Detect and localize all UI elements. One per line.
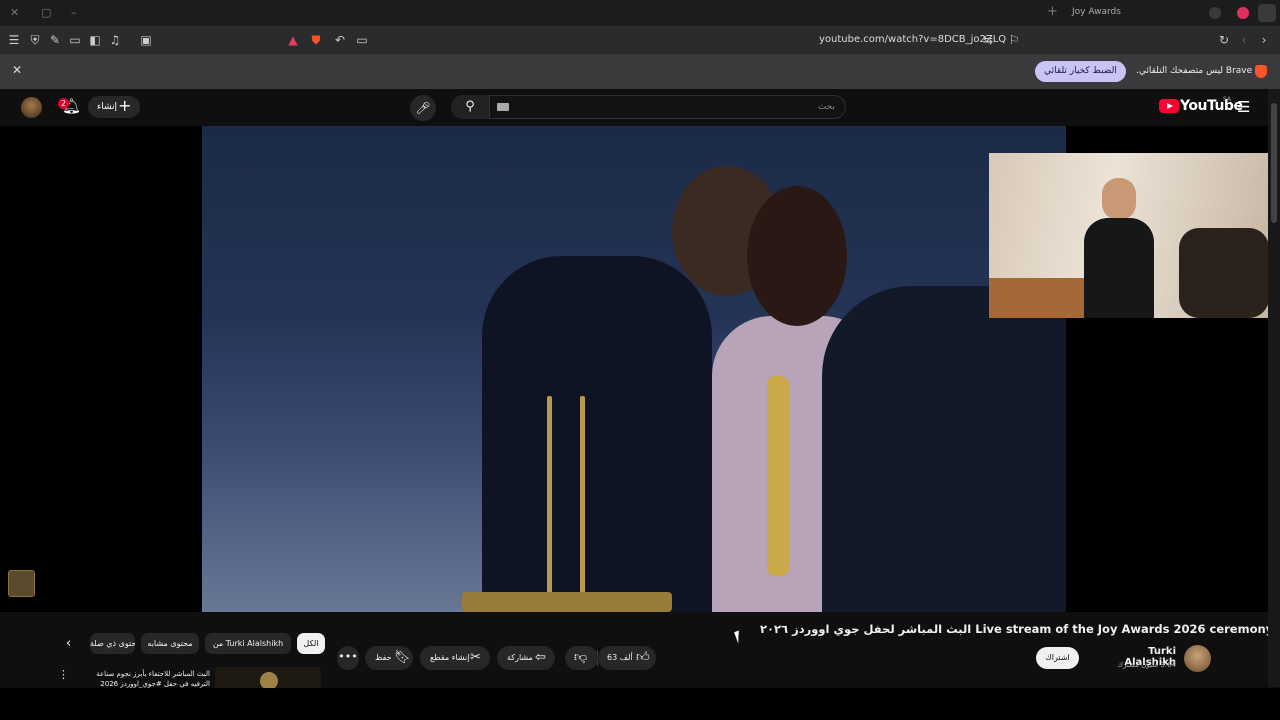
streamer-figure [1084, 178, 1154, 318]
chip-all[interactable]: الكل [297, 633, 325, 654]
thumbs-down-icon: 👎︎ [574, 650, 588, 665]
menu-icon[interactable]: ☰ [6, 32, 22, 48]
site-settings-icon[interactable]: ⇆ [980, 32, 996, 48]
page-footer [0, 688, 1280, 720]
window-minimize-icon[interactable]: – [71, 6, 77, 19]
scrollbar[interactable] [1268, 89, 1280, 687]
shield-icon[interactable]: ⛨ [27, 32, 43, 48]
brave-shields-icon[interactable]: ⛊ [308, 32, 324, 48]
share-button[interactable]: مشاركة ⇦ [497, 646, 555, 670]
sidebar-icon[interactable]: ◧ [87, 32, 103, 48]
tab-title[interactable]: Joy Awards [1072, 7, 1121, 17]
microphone-stand [547, 396, 552, 596]
search-input[interactable]: بحث [489, 95, 846, 119]
share-icon: ⇦ [535, 650, 546, 665]
streamer-shirt [1084, 218, 1154, 318]
record-icon[interactable] [1237, 7, 1249, 19]
like-count: 63 ألف [607, 653, 633, 662]
clip-button[interactable]: إنشاء مقطع ✂ [420, 646, 490, 670]
reader-icon[interactable]: ▭ [354, 32, 370, 48]
trophy [767, 376, 789, 576]
share-label: مشاركة [507, 653, 533, 662]
presenter-suit [482, 256, 712, 612]
save-label: حفظ [375, 653, 392, 662]
webcam-overlay [989, 153, 1280, 318]
chip-from-channel[interactable]: من Turki Alalshikh [205, 633, 291, 654]
brave-logo-icon [1255, 65, 1267, 78]
scrollbar-thumb[interactable] [1271, 103, 1277, 223]
bookmark-page-icon[interactable]: ⚐ [1006, 32, 1022, 48]
create-button[interactable]: إنشاء + [88, 96, 140, 118]
chevron-left-icon[interactable]: ‹ [66, 636, 71, 651]
save-button[interactable]: حفظ 🔖︎ [365, 646, 413, 670]
keyboard-icon[interactable] [497, 103, 509, 111]
forward-icon[interactable]: › [1256, 32, 1272, 48]
refresh-icon[interactable]: ↻ [1216, 32, 1232, 48]
youtube-logo-text[interactable]: YouTube [1180, 98, 1243, 114]
channel-avatar[interactable] [1184, 645, 1211, 672]
pin-icon[interactable]: ✎ [47, 32, 63, 48]
back-icon[interactable]: ‹ [1236, 32, 1252, 48]
set-default-button[interactable]: الضبط كخيار تلقائي [1035, 61, 1126, 82]
browser-tab-bar: ✕ ▢ – + Joy Awards [0, 0, 1280, 26]
bookmark-icon: 🔖︎ [394, 650, 411, 665]
podium [462, 592, 672, 612]
like-button[interactable]: 63 ألف 👍︎ [598, 646, 656, 670]
clip-label: إنشاء مقطع [430, 653, 470, 662]
avatar[interactable] [21, 97, 42, 118]
streamer-head [1102, 178, 1136, 220]
notification-badge: 2 [58, 98, 69, 109]
scissors-icon: ✂ [470, 650, 481, 665]
mic-icon[interactable]: 🎤︎ [410, 95, 436, 121]
reload-site-icon[interactable]: ↶ [332, 32, 348, 48]
tabs-icon[interactable]: ▭ [67, 32, 83, 48]
recommended-title[interactable]: البث المباشر للاحتفاء بأبرز نجوم صناعة ا… [88, 669, 210, 689]
chair [1179, 228, 1269, 318]
guest-suit [822, 286, 1066, 612]
new-tab-icon[interactable]: + [1047, 4, 1058, 19]
video-frame[interactable] [202, 126, 1066, 612]
subscribe-button[interactable]: اشتراك [1036, 647, 1079, 669]
close-icon[interactable]: ✕ [12, 63, 22, 77]
region-code: SA [1223, 96, 1232, 103]
mini-thumbnail[interactable] [8, 570, 35, 597]
plus-icon: + [118, 96, 132, 115]
chip-similar[interactable]: محتوى مشابه [141, 633, 199, 654]
url-text[interactable]: youtube.com/watch?v=8DCB_jo2ZLQ [819, 34, 1006, 45]
winner-figure [747, 186, 847, 326]
extension-icon[interactable] [1209, 7, 1221, 19]
subscriber-count: 3.64 مليون مشترك [1117, 661, 1176, 669]
music-icon[interactable]: ♫ [107, 32, 123, 48]
guide-menu-icon[interactable]: ☰ [1237, 98, 1250, 116]
more-actions-button[interactable]: ••• [337, 646, 359, 670]
chip-related[interactable]: محتوى ذي صلة [90, 633, 135, 654]
screenshot-icon[interactable]: ▣ [138, 32, 154, 48]
kebab-menu-icon[interactable]: ⋮ [58, 668, 69, 681]
create-label: إنشاء [97, 102, 118, 112]
thumbs-up-icon: 👍︎ [636, 650, 650, 665]
window-close-icon[interactable]: ✕ [10, 6, 19, 19]
tab-favicon[interactable] [1258, 4, 1276, 22]
dislike-button[interactable]: 👎︎ [565, 646, 598, 670]
microphone-stand [580, 396, 585, 596]
youtube-logo-icon[interactable] [1159, 99, 1179, 113]
brave-rewards-icon[interactable]: ▲ [285, 32, 301, 48]
search-icon[interactable]: ⚲ [451, 95, 489, 119]
window-restore-icon[interactable]: ▢ [41, 6, 51, 19]
infobar-message: Brave ليس متصفحك التلقائي. [1136, 66, 1253, 76]
desk [989, 278, 1089, 318]
video-title: البث المباشر لحفل جوي اووردز ٢٠٢٦ Live s… [760, 622, 1274, 636]
